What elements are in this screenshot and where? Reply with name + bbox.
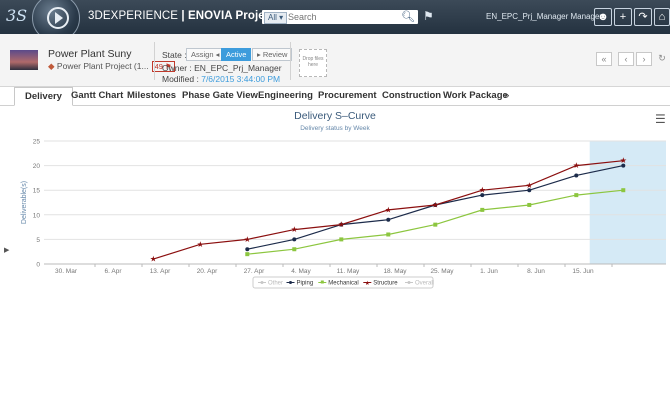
chart-panel: Delivery S–Curve Delivery status by Week… <box>0 106 670 409</box>
nav-next-button[interactable]: › <box>636 52 652 66</box>
x-tick-label: 27. Apr <box>244 268 265 275</box>
tag-icon[interactable]: ⚑ <box>423 9 434 23</box>
point-mechanical <box>339 237 344 242</box>
divider <box>290 42 291 80</box>
state-assign-button[interactable]: Assign ◂ <box>186 48 225 61</box>
point-structure: ★ <box>432 200 439 209</box>
legend-marker <box>260 281 264 284</box>
point-mechanical <box>433 222 438 227</box>
y-tick-label: 20 <box>33 163 41 170</box>
project-icon: ◆ <box>48 61 55 71</box>
y-tick-label: 5 <box>36 237 40 244</box>
x-tick-label: 6. Apr <box>105 268 123 275</box>
tab-bar: Delivery Gantt Chart Milestones Phase Ga… <box>0 87 670 106</box>
legend-marker: ★ <box>365 280 370 287</box>
y-tick-label: 25 <box>33 139 41 146</box>
point-structure: ★ <box>620 156 627 165</box>
x-tick-label: 15. Jun <box>572 268 594 275</box>
point-structure: ★ <box>150 255 157 264</box>
x-tick-label: 30. Mar <box>55 268 78 275</box>
legend-item-structure[interactable]: Structure <box>373 281 398 287</box>
point-mechanical <box>245 252 250 257</box>
project-parent[interactable]: Power Plant Project (1... <box>57 61 149 71</box>
search-scope-select[interactable]: All ▾ <box>264 12 288 24</box>
user-name[interactable]: EN_EPC_Prj_Manager Manager <box>486 12 602 21</box>
3ds-logo-icon: 3S <box>6 6 28 25</box>
home-icon[interactable]: ⌂ <box>654 8 670 26</box>
point-structure: ★ <box>526 181 533 190</box>
point-piping <box>386 217 391 222</box>
x-tick-label: 13. Apr <box>150 268 171 275</box>
point-mechanical <box>527 202 532 207</box>
top-bar: 3S 3DEXPERIENCE | ENOVIA Project Managem… <box>0 0 670 42</box>
nav-prev-button[interactable]: ‹ <box>618 52 634 66</box>
s-curve-chart: 0 5 10 15 20 25 30. Mar 6. Apr 13. Apr 20. Apr 27.… <box>21 139 666 289</box>
point-structure: ★ <box>338 220 345 229</box>
x-tick-label: 20. Apr <box>197 268 218 275</box>
point-mechanical <box>621 188 626 193</box>
y-tick-label: 15 <box>33 188 41 195</box>
point-piping <box>292 237 297 242</box>
point-structure: ★ <box>244 235 251 244</box>
legend-marker <box>320 280 324 284</box>
divider <box>154 42 155 80</box>
project-title: Power Plant Suny <box>48 48 132 60</box>
point-mechanical <box>480 207 485 212</box>
owner-field: Owner : EN_EPC_Prj_Manager <box>162 63 282 73</box>
project-thumbnail[interactable] <box>10 50 38 70</box>
y-tick-label: 0 <box>36 262 40 269</box>
point-piping <box>245 247 250 252</box>
y-tick-label: 10 <box>33 212 41 219</box>
point-structure: ★ <box>385 205 392 214</box>
state-label: State : <box>162 50 187 60</box>
search-input[interactable] <box>288 10 398 24</box>
x-tick-label: 25. May <box>430 268 454 275</box>
user-icon[interactable]: ☻ <box>594 8 612 26</box>
legend-marker <box>289 281 292 284</box>
point-mechanical <box>292 247 297 252</box>
x-tick-label: 1. Jun <box>480 268 498 275</box>
plot-band <box>589 141 666 264</box>
search-box: All ▾ 🔍︎ <box>262 10 418 24</box>
x-tick-label: 11. May <box>337 268 360 275</box>
tab-more[interactable]: » <box>494 87 519 105</box>
share-icon[interactable]: ↷ <box>634 8 652 26</box>
search-icon[interactable]: 🔍︎ <box>401 10 415 23</box>
x-tick-label: 4. May <box>291 268 311 275</box>
nav-first-button[interactable]: « <box>596 52 612 66</box>
point-mechanical <box>574 193 579 198</box>
file-dropzone[interactable]: Drop files here <box>299 49 327 77</box>
x-tick-label: 8. Jun <box>527 268 545 275</box>
y-axis-label: Deliverable(s) <box>21 181 28 224</box>
legend-item-piping[interactable]: Piping <box>297 281 314 287</box>
modified-field: Modified : 7/6/2015 3:44:00 PM <box>162 74 281 84</box>
legend-marker <box>407 281 411 284</box>
legend-item-other[interactable]: Other <box>268 281 283 287</box>
point-structure: ★ <box>197 240 204 249</box>
x-tick-label: 18. May <box>383 268 407 275</box>
state-active-button[interactable]: Active <box>221 48 252 61</box>
project-subtitle[interactable]: ◆ Power Plant Project (1... 49 ⚑ <box>48 61 175 72</box>
legend-item-mechanical[interactable]: Mechanical <box>328 281 358 287</box>
plus-icon[interactable]: + <box>614 8 632 26</box>
point-structure: ★ <box>479 186 486 195</box>
legend-item-overall[interactable]: Overall <box>415 281 434 287</box>
point-structure: ★ <box>291 225 298 234</box>
point-mechanical <box>386 232 391 237</box>
refresh-icon[interactable]: ↻ <box>656 52 668 64</box>
object-header: Power Plant Suny ◆ Power Plant Project (… <box>0 34 670 87</box>
point-piping <box>574 173 579 178</box>
state-review-button[interactable]: ▸ Review <box>252 48 293 61</box>
point-structure: ★ <box>573 161 580 170</box>
